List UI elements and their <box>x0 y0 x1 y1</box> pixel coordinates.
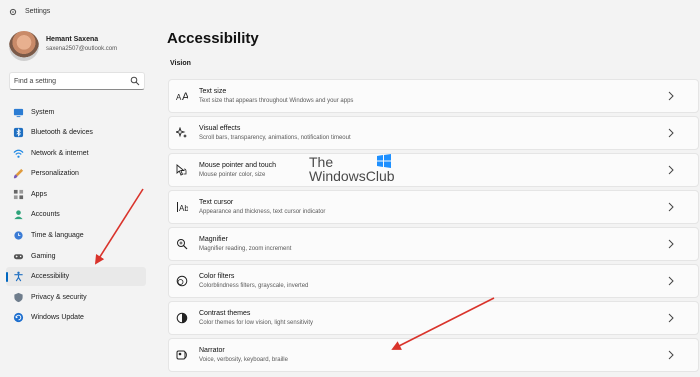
card-description: Color themes for low vision, light sensi… <box>199 320 314 326</box>
card-mouse-pointer-touch[interactable]: Mouse pointer and touch Mouse pointer co… <box>168 153 699 187</box>
card-title: Magnifier <box>199 236 228 243</box>
sidebar-item-label: Personalization <box>31 170 79 177</box>
selected-indicator <box>6 272 8 282</box>
sidebar-item-label: Privacy & security <box>31 294 87 301</box>
search-box[interactable] <box>9 72 145 90</box>
narrator-icon <box>176 350 187 360</box>
sidebar-item-personalization[interactable]: Personalization <box>6 164 146 183</box>
card-description: Text size that appears throughout Window… <box>199 98 354 104</box>
globe-clock-icon <box>14 231 23 240</box>
card-narrator[interactable]: Narrator Voice, verbosity, keyboard, bra… <box>168 338 699 372</box>
sidebar-item-label: Bluetooth & devices <box>31 129 93 136</box>
card-visual-effects[interactable]: Visual effects Scroll bars, transparency… <box>168 116 699 150</box>
sidebar-item-label: System <box>31 109 55 116</box>
card-title: Text size <box>199 88 227 95</box>
sparkle-icon <box>176 127 187 138</box>
chevron-right-icon <box>668 313 674 323</box>
card-description: Magnifier reading, zoom increment <box>199 246 292 252</box>
windows-logo-icon <box>377 154 391 168</box>
sidebar-item-network-internet[interactable]: Network & internet <box>6 144 146 163</box>
settings-app-icon <box>9 8 17 16</box>
account-email: saxena2507@outlook.com <box>46 46 118 52</box>
chevron-right-icon <box>668 350 674 360</box>
card-contrast-themes[interactable]: Contrast themes Color themes for low vis… <box>168 301 699 335</box>
card-magnifier[interactable]: Magnifier Magnifier reading, zoom increm… <box>168 227 699 261</box>
chevron-right-icon <box>668 165 674 175</box>
card-title: Text cursor <box>199 199 234 206</box>
wifi-icon <box>13 149 24 158</box>
sidebar-item-label: Network & internet <box>31 150 89 157</box>
chevron-right-icon <box>668 276 674 286</box>
sidebar-item-gaming[interactable]: Gaming <box>6 247 146 266</box>
svg-text:A: A <box>182 91 188 102</box>
brush-icon <box>13 168 24 179</box>
sidebar-item-privacy-security[interactable]: Privacy & security <box>6 288 146 307</box>
shield-icon <box>14 292 23 303</box>
sidebar-item-time-language[interactable]: Time & language <box>6 226 146 245</box>
apps-icon <box>13 189 24 200</box>
card-description: Colorblindness filters, grayscale, inver… <box>199 283 309 289</box>
sidebar-item-label: Accessibility <box>31 273 70 280</box>
sidebar-item-accounts[interactable]: Accounts <box>6 205 146 224</box>
monitor-icon <box>13 108 24 118</box>
chevron-right-icon <box>668 91 674 101</box>
sidebar-item-system[interactable]: System <box>6 103 146 122</box>
text-cursor-icon: Ab <box>177 202 188 213</box>
sidebar-item-label: Gaming <box>31 253 56 260</box>
sidebar-item-label: Time & language <box>31 232 84 239</box>
search-icon[interactable] <box>130 76 140 86</box>
page-title: Accessibility <box>167 30 259 47</box>
card-title: Color filters <box>199 273 235 280</box>
card-description: Scroll bars, transparency, animations, n… <box>199 135 351 141</box>
person-icon <box>14 210 23 220</box>
card-description: Voice, verbosity, keyboard, braille <box>199 357 288 363</box>
chevron-right-icon <box>668 239 674 249</box>
card-title: Mouse pointer and touch <box>199 162 277 169</box>
magnifier-icon <box>177 239 188 250</box>
sidebar-item-label: Windows Update <box>31 314 84 321</box>
card-title: Contrast themes <box>199 310 251 317</box>
chevron-right-icon <box>668 128 674 138</box>
avatar[interactable] <box>9 31 39 61</box>
text-size-icon: AA <box>176 91 188 102</box>
sidebar-item-apps[interactable]: Apps <box>6 185 146 204</box>
bluetooth-icon <box>13 127 24 138</box>
pointer-icon <box>176 164 187 176</box>
watermark-line2: WindowsClub <box>309 168 395 184</box>
card-text-cursor[interactable]: Ab Text cursor Appearance and thickness,… <box>168 190 699 224</box>
update-icon <box>13 312 24 323</box>
chevron-right-icon <box>668 202 674 212</box>
color-filter-icon <box>176 275 188 287</box>
section-title-vision: Vision <box>170 60 191 67</box>
card-color-filters[interactable]: Color filters Colorblindness filters, gr… <box>168 264 699 298</box>
gamepad-icon <box>13 254 24 260</box>
card-text-size[interactable]: AA Text size Text size that appears thro… <box>168 79 699 113</box>
search-input[interactable] <box>14 75 124 87</box>
card-description: Appearance and thickness, text cursor in… <box>199 209 326 215</box>
sidebar-item-label: Accounts <box>31 211 60 218</box>
contrast-icon <box>176 312 188 324</box>
card-title: Narrator <box>199 347 225 354</box>
card-title: Visual effects <box>199 125 241 132</box>
svg-text:Ab: Ab <box>179 204 188 213</box>
accessibility-icon <box>14 271 23 282</box>
sidebar-item-accessibility[interactable]: Accessibility <box>6 267 146 286</box>
sidebar-item-windows-update[interactable]: Windows Update <box>6 308 146 327</box>
sidebar-item-label: Apps <box>31 191 47 198</box>
sidebar-item-bluetooth-devices[interactable]: Bluetooth & devices <box>6 123 146 142</box>
card-description: Mouse pointer color, size <box>199 172 266 178</box>
account-name: Hemant Saxena <box>46 36 99 43</box>
window-title: Settings <box>25 8 51 15</box>
